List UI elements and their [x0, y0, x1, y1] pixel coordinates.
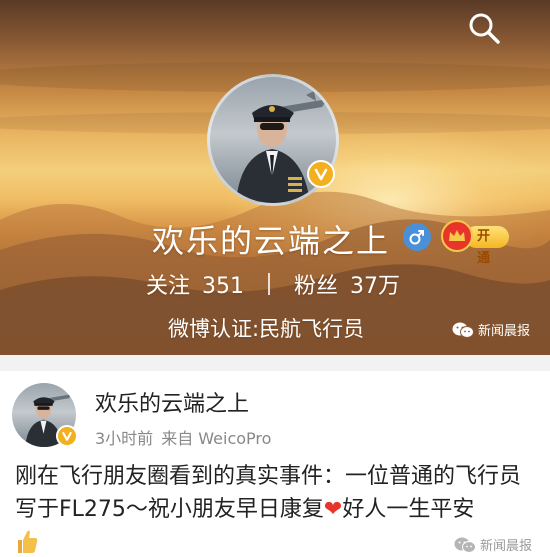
post-source[interactable]: 来自 WeicoPro: [161, 429, 271, 448]
heart-emoji: ❤: [323, 497, 343, 522]
post-text-part2: 好人一生平安: [342, 497, 475, 522]
post-meta: 3小时前 来自 WeicoPro: [95, 425, 279, 449]
post-body: 刚在飞行朋友圈看到的真实事件：一位普通的飞行员写于FL275～祝小朋友早日康复❤…: [15, 460, 540, 526]
search-icon: [469, 13, 500, 44]
male-icon: [403, 223, 431, 251]
post-time: 3小时前: [95, 429, 154, 448]
watermark-text: 新闻晨报: [478, 324, 531, 339]
verified-icon: [62, 431, 72, 441]
followers-stat[interactable]: 粉丝 37万: [294, 268, 400, 300]
thumbs-up-icon: [18, 530, 38, 553]
verified-icon: [314, 168, 328, 181]
vip-crown-icon: [441, 220, 473, 252]
following-stat[interactable]: 关注 351: [146, 268, 244, 300]
verification-info: 微博认证:民航飞行员: [168, 317, 365, 341]
followers-label: 粉丝: [294, 274, 339, 299]
following-count: 351: [202, 274, 245, 299]
profile-avatar[interactable]: [207, 74, 339, 206]
post-author-avatar[interactable]: [12, 383, 78, 447]
stats-divider: [268, 273, 271, 295]
section-divider: [0, 355, 550, 371]
wechat-icon: [454, 537, 476, 553]
watermark: 新闻晨报: [452, 320, 530, 339]
profile-name: 欢乐的云端之上: [152, 222, 391, 260]
wechat-icon: [452, 322, 474, 338]
profile-header-banner: 欢乐的云端之上 开通 关注 351 粉丝 37万 微博认证:民航飞行员 新闻晨报: [0, 0, 550, 355]
following-label: 关注: [146, 274, 191, 299]
followers-count: 37万: [350, 274, 401, 299]
verified-badge: [307, 160, 335, 188]
vip-open-button[interactable]: 开通: [441, 220, 509, 266]
verified-badge: [56, 425, 78, 447]
search-button[interactable]: [462, 6, 506, 50]
watermark-text: 新闻晨报: [480, 539, 533, 554]
watermark-bottom: 新闻晨报: [454, 535, 532, 554]
profile-stats: 关注 351 粉丝 37万: [146, 268, 400, 300]
post-author-name[interactable]: 欢乐的云端之上: [95, 386, 249, 418]
